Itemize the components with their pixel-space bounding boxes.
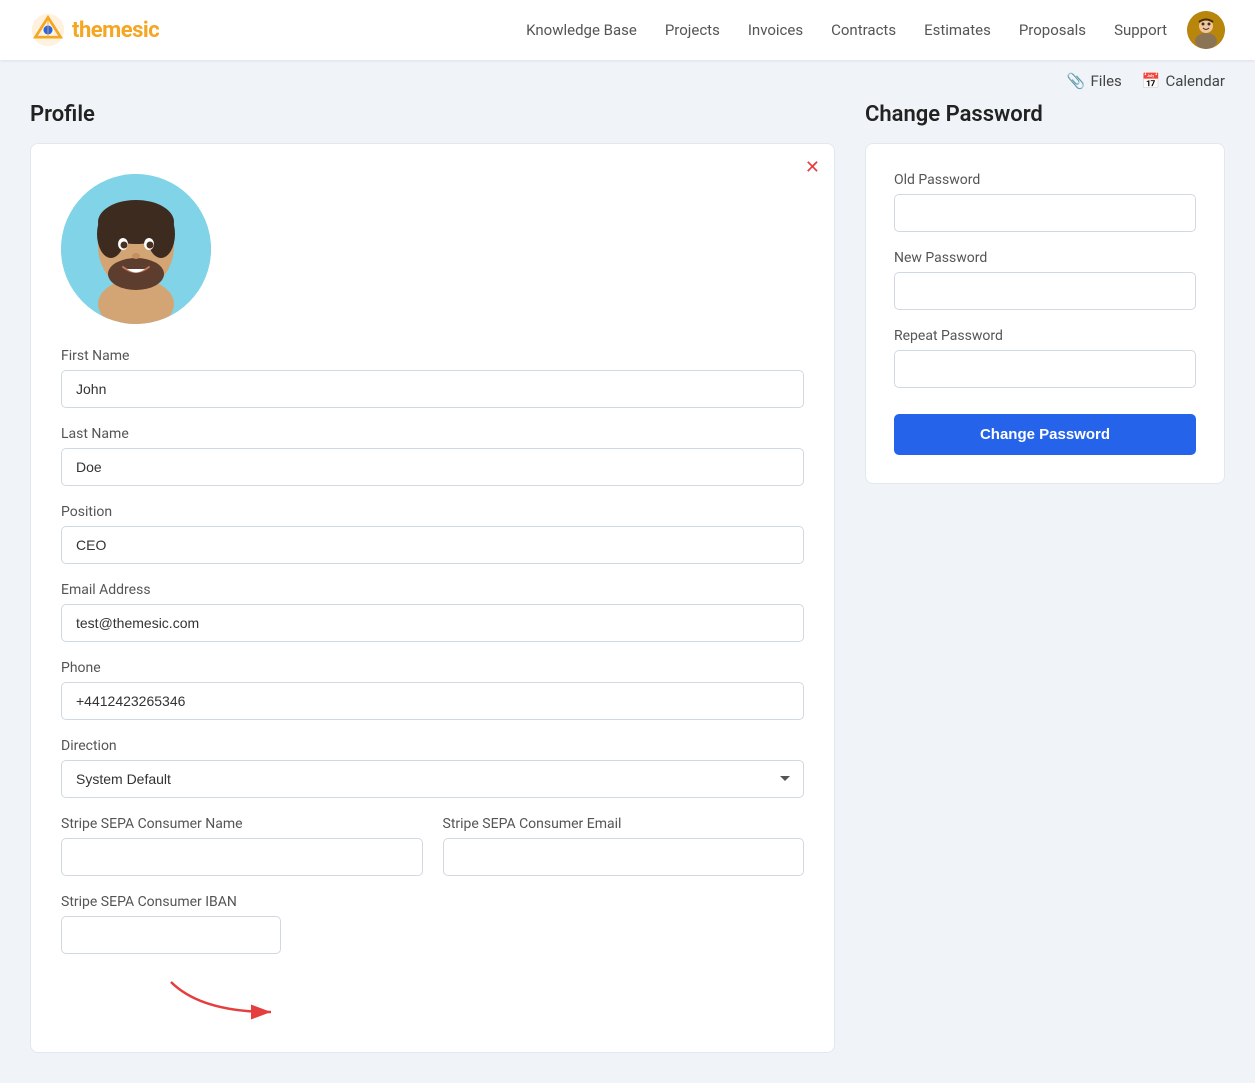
old-password-input[interactable] <box>894 194 1196 232</box>
close-button[interactable]: ✕ <box>805 158 820 176</box>
sepa-email-input[interactable] <box>443 838 805 876</box>
header: themesic Knowledge Base Projects Invoice… <box>0 0 1255 60</box>
direction-select[interactable]: System Default LTR RTL <box>61 760 804 798</box>
toolbar: 📎 Files 📅 Calendar <box>0 60 1255 102</box>
nav-invoices[interactable]: Invoices <box>748 21 803 39</box>
nav-proposals[interactable]: Proposals <box>1019 21 1086 39</box>
sepa-top-row: Stripe SEPA Consumer Name Stripe SEPA Co… <box>61 816 804 894</box>
logo[interactable]: themesic <box>30 12 159 48</box>
sepa-iban-input[interactable] <box>61 916 281 954</box>
nav-projects[interactable]: Projects <box>665 21 720 39</box>
email-label: Email Address <box>61 582 804 598</box>
position-group: Position <box>61 504 804 564</box>
first-name-input[interactable] <box>61 370 804 408</box>
calendar-label: Calendar <box>1165 72 1225 90</box>
phone-group: Phone <box>61 660 804 720</box>
nav-knowledge-base[interactable]: Knowledge Base <box>526 21 637 39</box>
last-name-label: Last Name <box>61 426 804 442</box>
nav-contracts[interactable]: Contracts <box>831 21 896 39</box>
nav-estimates[interactable]: Estimates <box>924 21 991 39</box>
new-password-label: New Password <box>894 250 1196 266</box>
phone-label: Phone <box>61 660 804 676</box>
change-password-card: Old Password New Password Repeat Passwor… <box>865 143 1225 484</box>
calendar-link[interactable]: 📅 Calendar <box>1142 72 1225 90</box>
new-password-group: New Password <box>894 250 1196 310</box>
arrow-icon <box>161 972 281 1022</box>
change-password-button[interactable]: Change Password <box>894 414 1196 455</box>
sepa-name-label: Stripe SEPA Consumer Name <box>61 816 423 832</box>
direction-label: Direction <box>61 738 804 754</box>
phone-input[interactable] <box>61 682 804 720</box>
avatar-image <box>1187 11 1225 49</box>
avatar-container <box>61 174 804 324</box>
sepa-email-group: Stripe SEPA Consumer Email <box>443 816 805 876</box>
repeat-password-group: Repeat Password <box>894 328 1196 388</box>
profile-avatar[interactable] <box>61 174 211 324</box>
profile-card: ✕ <box>30 143 835 1053</box>
change-password-title: Change Password <box>865 102 1225 127</box>
paperclip-icon: 📎 <box>1067 72 1086 90</box>
first-name-group: First Name <box>61 348 804 408</box>
main-content: Profile ✕ <box>0 102 1255 1083</box>
sepa-iban-label: Stripe SEPA Consumer IBAN <box>61 894 281 910</box>
position-label: Position <box>61 504 804 520</box>
profile-photo <box>61 174 211 324</box>
arrow-annotation <box>61 972 804 1022</box>
right-panel: Change Password Old Password New Passwor… <box>865 102 1225 484</box>
email-group: Email Address <box>61 582 804 642</box>
repeat-password-label: Repeat Password <box>894 328 1196 344</box>
user-avatar[interactable] <box>1187 11 1225 49</box>
main-nav: Knowledge Base Projects Invoices Contrac… <box>526 21 1167 39</box>
repeat-password-input[interactable] <box>894 350 1196 388</box>
nav-support[interactable]: Support <box>1114 21 1167 39</box>
logo-icon <box>30 12 66 48</box>
direction-group: Direction System Default LTR RTL <box>61 738 804 798</box>
calendar-icon: 📅 <box>1142 72 1161 90</box>
sepa-iban-group: Stripe SEPA Consumer IBAN <box>61 894 281 954</box>
new-password-input[interactable] <box>894 272 1196 310</box>
left-panel: Profile ✕ <box>30 102 835 1053</box>
last-name-group: Last Name <box>61 426 804 486</box>
position-input[interactable] <box>61 526 804 564</box>
sepa-name-group: Stripe SEPA Consumer Name <box>61 816 423 876</box>
files-link[interactable]: 📎 Files <box>1067 72 1122 90</box>
last-name-input[interactable] <box>61 448 804 486</box>
sepa-name-input[interactable] <box>61 838 423 876</box>
old-password-group: Old Password <box>894 172 1196 232</box>
first-name-label: First Name <box>61 348 804 364</box>
files-label: Files <box>1091 72 1122 90</box>
brand-name: themesic <box>72 18 159 43</box>
email-input[interactable] <box>61 604 804 642</box>
old-password-label: Old Password <box>894 172 1196 188</box>
profile-title: Profile <box>30 102 835 127</box>
sepa-email-label: Stripe SEPA Consumer Email <box>443 816 805 832</box>
